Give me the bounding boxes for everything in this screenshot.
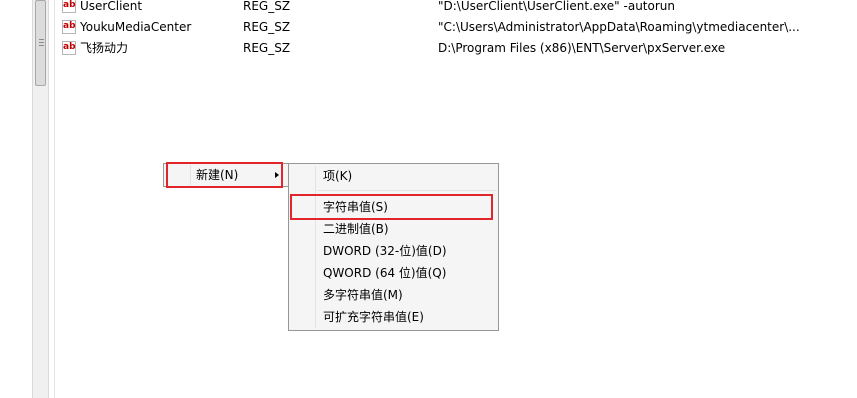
scrollbar-grip-line (39, 42, 44, 43)
string-value-icon: ab (62, 0, 76, 13)
submenu-item-binary-value[interactable]: 二进制值(B) (323, 218, 389, 240)
pane-divider (54, 0, 55, 398)
registry-editor-pane: ab UserClient REG_SZ "D:\UserClient\User… (0, 0, 857, 398)
scrollbar-thumb[interactable] (35, 0, 46, 86)
submenu-item-key[interactable]: 项(K) (323, 165, 352, 187)
scrollbar-grip-line (39, 39, 44, 40)
string-value-icon: ab (62, 20, 76, 34)
value-type: REG_SZ (243, 41, 291, 55)
value-name: YoukuMediaCenter (80, 20, 192, 34)
value-name: 飞扬动力 (80, 41, 129, 55)
submenu-item-dword-value[interactable]: DWORD (32-位)值(D) (323, 240, 447, 262)
submenu-item-multi-string-value[interactable]: 多字符串值(M) (323, 284, 403, 306)
value-data: D:\Program Files (x86)\ENT\Server\pxServ… (438, 41, 726, 55)
value-data: "D:\UserClient\UserClient.exe" -autorun (438, 0, 675, 13)
value-type: REG_SZ (243, 20, 291, 34)
submenu-item-expandable-string-value[interactable]: 可扩充字符串值(E) (323, 306, 424, 328)
submenu-item-qword-value[interactable]: QWORD (64 位)值(Q) (323, 262, 446, 284)
string-value-icon: ab (62, 41, 76, 55)
menu-gutter-line (315, 166, 316, 328)
value-type: REG_SZ (243, 0, 291, 13)
vertical-scrollbar[interactable] (32, 0, 49, 398)
value-data: "C:\Users\Administrator\AppData\Roaming\… (438, 20, 800, 34)
highlight-box-new (166, 162, 283, 188)
registry-value-row[interactable]: ab UserClient REG_SZ "D:\UserClient\User… (62, 0, 842, 16)
value-name: UserClient (80, 0, 143, 13)
registry-value-row[interactable]: ab YoukuMediaCenter REG_SZ "C:\Users\Adm… (62, 17, 842, 37)
scrollbar-grip-line (39, 45, 44, 46)
registry-value-row[interactable]: ab 飞扬动力 REG_SZ D:\Program Files (x86)\EN… (62, 38, 842, 58)
menu-separator (318, 190, 496, 191)
highlight-box-string-value (290, 194, 493, 220)
